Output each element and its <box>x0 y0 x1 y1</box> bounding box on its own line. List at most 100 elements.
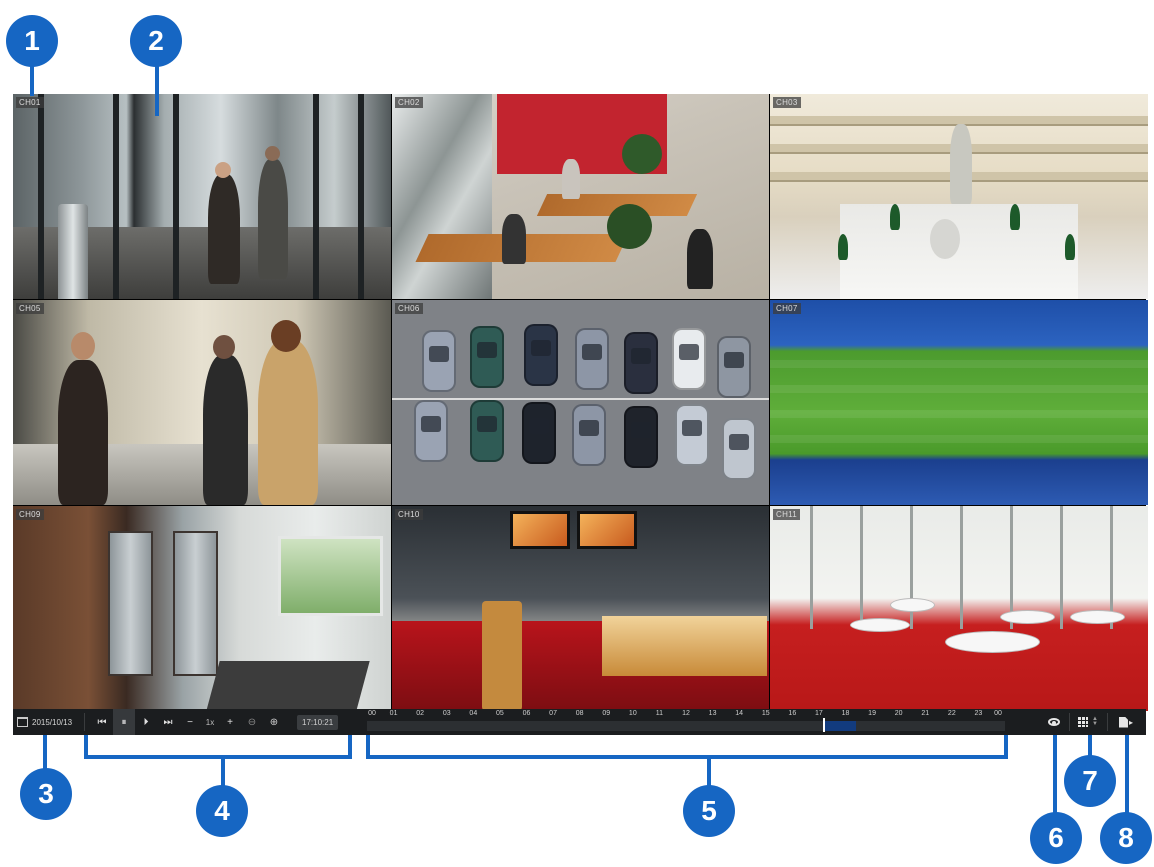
export-button[interactable]: ▸ <box>1113 709 1139 735</box>
date-picker[interactable]: 2015/10/13 <box>13 709 78 735</box>
camera-feed <box>392 300 769 505</box>
timeline-hour-label: 13 <box>708 710 717 717</box>
channel-label: CH02 <box>395 97 423 108</box>
zoom-in-icon: ⊕ <box>269 716 279 728</box>
bracket-5-right <box>1004 735 1008 757</box>
channel-label: CH03 <box>773 97 801 108</box>
channel-label: CH07 <box>773 303 801 314</box>
view-toggle-button[interactable] <box>1043 709 1065 735</box>
zoom-out-icon: ⊖ <box>247 716 257 728</box>
timeline-hour-label: 06 <box>522 710 531 717</box>
callout-5: 5 <box>683 785 735 837</box>
timeline-hour-label: 10 <box>628 710 637 717</box>
step-back-button[interactable]: ⏮ <box>91 709 113 735</box>
slow-play-button[interactable]: ⏵ <box>135 709 157 735</box>
callout-line-1 <box>30 66 34 96</box>
camera-tile-ch03[interactable]: CH03 <box>770 94 1148 299</box>
camera-tile-ch07[interactable]: CH07 <box>770 300 1148 505</box>
timeline-hour-label: 00 <box>994 710 1002 717</box>
divider <box>1069 713 1070 731</box>
camera-feed <box>770 300 1148 505</box>
callout-6: 6 <box>1030 812 1082 864</box>
callout-1: 1 <box>6 15 58 67</box>
callout-4: 4 <box>196 785 248 837</box>
bracket-4-right <box>348 735 352 757</box>
play-slow-icon: ⏵ <box>143 716 149 728</box>
callout-7: 7 <box>1064 755 1116 807</box>
speed-up-button[interactable]: + <box>219 709 241 735</box>
zoom-in-button[interactable]: ⊕ <box>263 709 285 735</box>
timeline-track[interactable] <box>367 718 1005 732</box>
channel-label: CH10 <box>395 509 423 520</box>
timeline-hour-label: 11 <box>655 710 664 717</box>
speed-down-button[interactable]: − <box>179 709 201 735</box>
camera-feed <box>770 94 1148 299</box>
callout-line-4 <box>221 757 225 787</box>
timeline-hour-label: 14 <box>735 710 744 717</box>
callout-line-6 <box>1053 735 1057 817</box>
timeline-hour-label: 02 <box>416 710 425 717</box>
divider <box>1107 713 1108 731</box>
camera-tile-ch11[interactable]: CH11 <box>770 506 1148 711</box>
camera-tile-ch02[interactable]: CH02 <box>392 94 769 299</box>
camera-tile-ch05[interactable]: CH05 <box>13 300 391 505</box>
bracket-4-left <box>84 735 88 757</box>
timeline-hour-label: 03 <box>442 710 451 717</box>
timeline-hour-label: 17 <box>815 710 823 717</box>
timeline-hour-label: 16 <box>788 710 797 717</box>
recording-segment[interactable] <box>824 721 857 731</box>
channel-label: CH06 <box>395 303 423 314</box>
time-display[interactable]: 17:10:21 <box>297 714 339 730</box>
arrow-right-icon: ▸ <box>1128 717 1133 727</box>
zoom-out-button[interactable]: ⊖ <box>241 709 263 735</box>
channel-label: CH09 <box>16 509 44 520</box>
timeline-hour-label: 07 <box>549 710 557 717</box>
pause-icon: ⏸ <box>121 716 127 728</box>
timeline-hour-label: 05 <box>496 710 504 717</box>
step-forward-button[interactable]: ⏭ <box>157 709 179 735</box>
callout-line-8 <box>1125 735 1129 817</box>
camera-tile-ch09[interactable]: CH09 <box>13 506 391 711</box>
eye-icon <box>1048 718 1060 726</box>
camera-feed <box>13 300 391 505</box>
divider <box>84 713 85 731</box>
camera-feed <box>13 94 391 299</box>
timeline-hour-label: 21 <box>921 710 930 717</box>
timeline-hour-label: 01 <box>389 710 398 717</box>
timeline-hour-label: 19 <box>868 710 876 717</box>
channel-label: CH01 <box>16 97 44 108</box>
step-forward-icon: ⏭ <box>163 716 173 728</box>
date-value: 2015/10/13 <box>32 717 73 727</box>
timeline-hour-labels: 00 01 02 03 04 05 06 07 08 09 10 11 12 13 14 15 16 17 18 19… <box>367 710 1005 719</box>
timeline-hour-label: 04 <box>469 710 478 717</box>
callout-line-2 <box>155 66 159 116</box>
camera-tile-ch10[interactable]: CH10 <box>392 506 769 711</box>
speed-value: 1x <box>205 717 215 727</box>
callout-3: 3 <box>20 768 72 820</box>
camera-tile-ch06[interactable]: CH06 <box>392 300 769 505</box>
timeline-hour-label: 18 <box>841 710 850 717</box>
timeline[interactable]: 00 01 02 03 04 05 06 07 08 09 10 11 12 13 14 15 16 17 18 19… <box>367 709 1005 735</box>
updown-icon: ▲ ▼ <box>1092 716 1098 727</box>
timeline-hour-label: 09 <box>602 710 611 717</box>
bracket-5-left <box>366 735 370 757</box>
calendar-icon <box>17 717 28 727</box>
layout-select-button[interactable]: ▲ ▼ <box>1073 709 1103 735</box>
camera-feed <box>770 506 1148 711</box>
nvr-playback-screen: CH01 CH02 CH03 CH05 CH06 CH07 CH09 CH10 … <box>0 0 1154 867</box>
bracket-4-bottom <box>84 755 352 759</box>
timeline-hour-label: 00 <box>368 710 376 717</box>
timeline-hour-label: 22 <box>947 710 956 717</box>
channel-label: CH05 <box>16 303 44 314</box>
channel-label: CH11 <box>773 509 801 520</box>
camera-feed <box>392 94 769 299</box>
callout-line-5 <box>707 757 711 787</box>
camera-feed <box>392 506 769 711</box>
pause-button[interactable]: ⏸ <box>113 709 135 735</box>
timeline-hour-label: 20 <box>894 710 903 717</box>
export-icon <box>1118 716 1128 728</box>
playback-control-bar: 2015/10/13 ⏮ ⏸ ⏵ ⏭ − 1x + ⊖ ⊕ 17:10:21 0… <box>13 709 1146 735</box>
playhead-cursor[interactable] <box>823 718 826 732</box>
callout-line-3 <box>43 735 47 770</box>
camera-tile-ch01[interactable]: CH01 <box>13 94 391 299</box>
